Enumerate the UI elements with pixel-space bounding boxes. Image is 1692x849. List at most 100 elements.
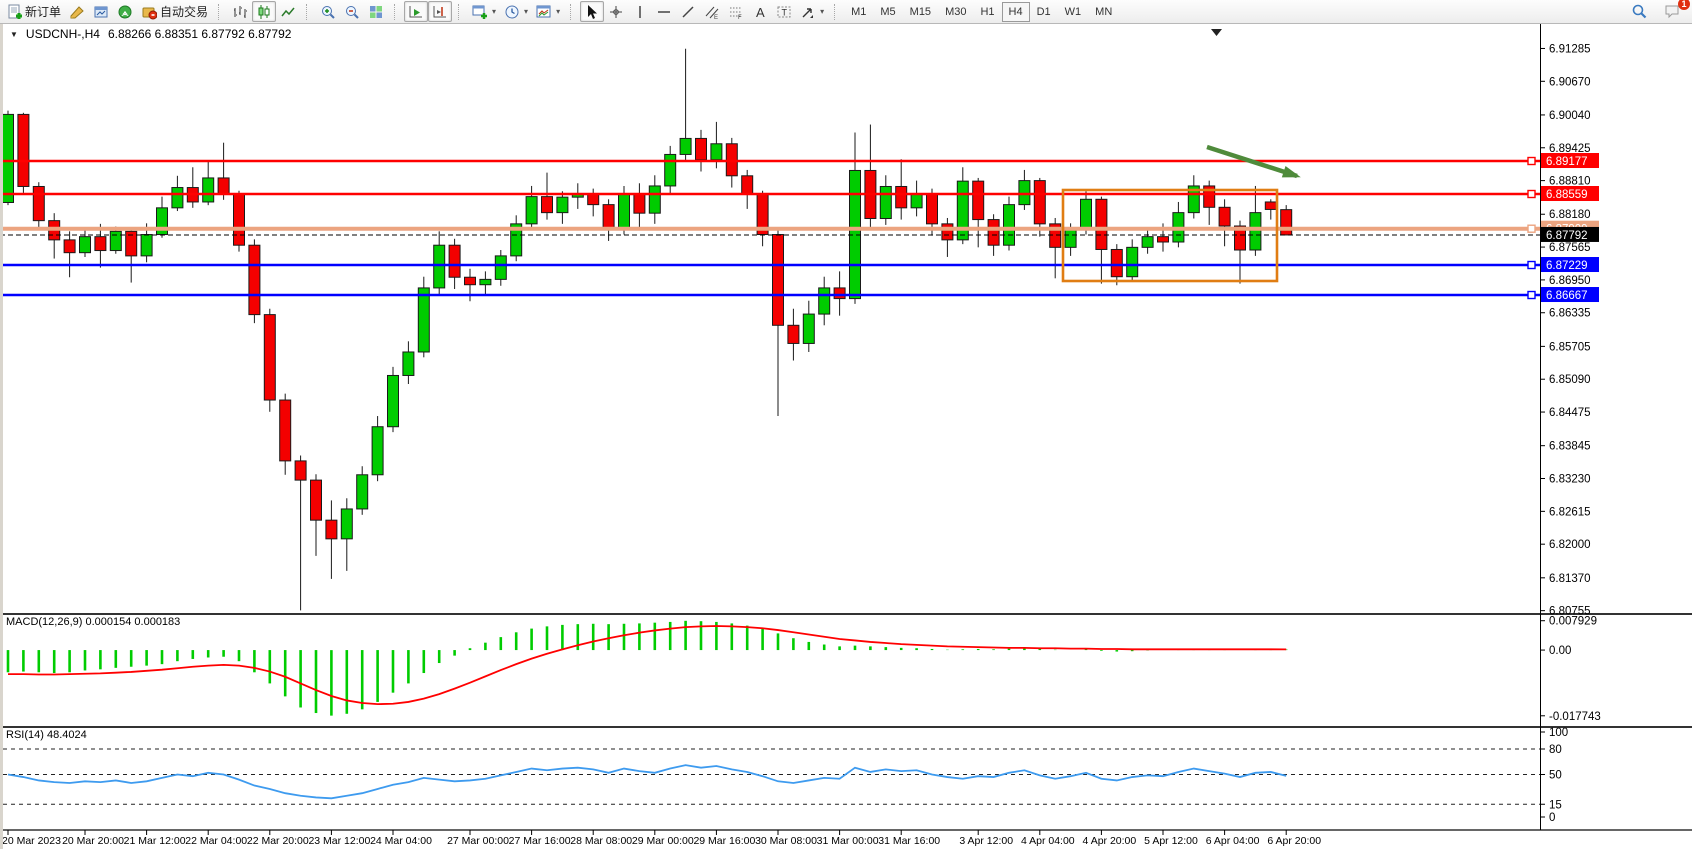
svg-text:23 Mar 12:00: 23 Mar 12:00 [308, 835, 370, 847]
new-chart-button[interactable]: ▾ [468, 1, 500, 22]
timeframe-w1-button[interactable]: W1 [1058, 2, 1089, 22]
svg-text:28 Mar 08:00: 28 Mar 08:00 [570, 835, 632, 847]
text-tool-button[interactable]: A [748, 1, 772, 22]
timeframe-mn-button[interactable]: MN [1088, 2, 1119, 22]
chart-canvas[interactable]: 6.912856.906706.900406.894256.888106.881… [0, 0, 1692, 849]
svg-text:6.85090: 6.85090 [1549, 374, 1591, 386]
svg-text:29 Mar 00:00: 29 Mar 00:00 [632, 835, 694, 847]
fibonacci-icon: F [728, 4, 744, 20]
window-edge [0, 23, 3, 849]
templates-button[interactable]: ▾ [532, 1, 564, 22]
svg-text:24 Mar 04:00: 24 Mar 04:00 [370, 835, 432, 847]
signals-button[interactable] [113, 1, 137, 22]
svg-text:4 Apr 20:00: 4 Apr 20:00 [1083, 835, 1137, 847]
svg-text:6.82000: 6.82000 [1549, 539, 1591, 551]
new-order-label: 新订单 [25, 3, 61, 20]
equidistant-channel-tool-button[interactable]: E [700, 1, 724, 22]
svg-text:22 Mar 20:00: 22 Mar 20:00 [247, 835, 309, 847]
cursor-icon [584, 4, 600, 20]
zoom-in-button[interactable] [316, 1, 340, 22]
notification-badge: 1 [1678, 0, 1690, 10]
svg-text:20 Mar 20:00: 20 Mar 20:00 [62, 835, 124, 847]
chart-title: ▼ USDCNH-,H4 6.88266 6.88351 6.87792 6.8… [10, 27, 291, 41]
svg-text:6.86335: 6.86335 [1549, 308, 1591, 320]
svg-text:30 Mar 08:00: 30 Mar 08:00 [755, 835, 817, 847]
text-label-icon: T [776, 4, 792, 20]
toolbar-separator [570, 4, 575, 20]
svg-text:15: 15 [1549, 799, 1562, 811]
macd-indicator-label: MACD(12,26,9) 0.000154 0.000183 [6, 616, 180, 628]
candles-layer [3, 49, 1292, 611]
svg-text:27 Mar 16:00: 27 Mar 16:00 [509, 835, 571, 847]
periods-button[interactable]: ▾ [500, 1, 532, 22]
auto-trading-icon [141, 4, 157, 20]
rsi-panel: 1008050150 [3, 727, 1568, 824]
time-axis: 20 Mar 202320 Mar 20:0021 Mar 12:0022 Ma… [2, 830, 1321, 847]
line-chart-button[interactable] [276, 1, 300, 22]
text-icon: A [752, 4, 768, 20]
timeframe-m1-button[interactable]: M1 [844, 2, 873, 22]
svg-text:5 Apr 12:00: 5 Apr 12:00 [1144, 835, 1198, 847]
arrows-tool-button[interactable]: ▾ [796, 1, 828, 22]
svg-text:6.83230: 6.83230 [1549, 474, 1591, 486]
svg-text:29 Mar 16:00: 29 Mar 16:00 [693, 835, 755, 847]
toolbar-right: 1 [1627, 0, 1686, 23]
toolbar-separator [834, 4, 839, 20]
fibonacci-tool-button[interactable]: F [724, 1, 748, 22]
toolbar-group-timeframes: M1 M5 M15 M30 H1 H4 D1 W1 MN [842, 1, 1121, 23]
toolbar-separator [306, 4, 311, 20]
svg-text:6.87229: 6.87229 [1546, 260, 1588, 272]
vertical-line-icon [632, 4, 648, 20]
toolbar-group-zoom [314, 1, 390, 23]
svg-text:6.90040: 6.90040 [1549, 110, 1591, 122]
auto-scroll-button[interactable] [404, 1, 428, 22]
new-order-button[interactable]: 新订单 [2, 1, 65, 22]
timeframe-m30-button[interactable]: M30 [938, 2, 973, 22]
svg-text:6.88559: 6.88559 [1546, 189, 1588, 201]
toolbar-group-drawing: E F A T [578, 1, 830, 23]
timeframe-h1-button[interactable]: H1 [973, 2, 1001, 22]
timeframe-d1-button[interactable]: D1 [1030, 2, 1058, 22]
dropdown-caret: ▾ [524, 7, 528, 16]
crayon-button[interactable] [65, 1, 89, 22]
svg-text:E: E [714, 15, 718, 20]
zoom-out-icon [344, 4, 360, 20]
profiles-button[interactable] [89, 1, 113, 22]
new-order-icon [6, 4, 22, 20]
chart-shift-icon [432, 4, 448, 20]
svg-text:T: T [782, 7, 788, 17]
svg-text:6.84475: 6.84475 [1549, 407, 1591, 419]
text-label-tool-button[interactable]: T [772, 1, 796, 22]
toolbar-separator [218, 4, 223, 20]
mt4-window: 新订单 [0, 0, 1692, 849]
cursor-tool-button[interactable] [580, 1, 604, 22]
svg-text:31 Mar 00:00: 31 Mar 00:00 [817, 835, 879, 847]
svg-text:20 Mar 2023: 20 Mar 2023 [2, 835, 61, 847]
horizontal-line-icon [656, 4, 672, 20]
horizontal-line-tool-button[interactable] [652, 1, 676, 22]
signals-icon [117, 4, 133, 20]
auto-trading-button[interactable]: 自动交易 [137, 1, 212, 22]
toolbar-separator [458, 4, 463, 20]
timeframe-m5-button[interactable]: M5 [873, 2, 902, 22]
zoom-in-icon [320, 4, 336, 20]
tile-windows-button[interactable] [364, 1, 388, 22]
notifications-button[interactable]: 1 [1660, 1, 1686, 22]
crosshair-icon [608, 4, 624, 20]
timeframe-h4-button[interactable]: H4 [1002, 2, 1030, 22]
svg-text:A: A [756, 5, 765, 20]
svg-text:4 Apr 04:00: 4 Apr 04:00 [1021, 835, 1075, 847]
vertical-line-tool-button[interactable] [628, 1, 652, 22]
dropdown-caret: ▾ [820, 7, 824, 16]
chevron-down-icon[interactable]: ▼ [10, 30, 18, 39]
bar-chart-button[interactable] [228, 1, 252, 22]
crosshair-tool-button[interactable] [604, 1, 628, 22]
timeframe-m15-button[interactable]: M15 [903, 2, 938, 22]
chart-shift-button[interactable] [428, 1, 452, 22]
svg-text:6.89425: 6.89425 [1549, 143, 1591, 155]
trendline-tool-button[interactable] [676, 1, 700, 22]
search-button[interactable] [1627, 1, 1652, 22]
candlestick-chart-button[interactable] [252, 1, 276, 22]
zoom-out-button[interactable] [340, 1, 364, 22]
svg-text:50: 50 [1549, 770, 1562, 782]
